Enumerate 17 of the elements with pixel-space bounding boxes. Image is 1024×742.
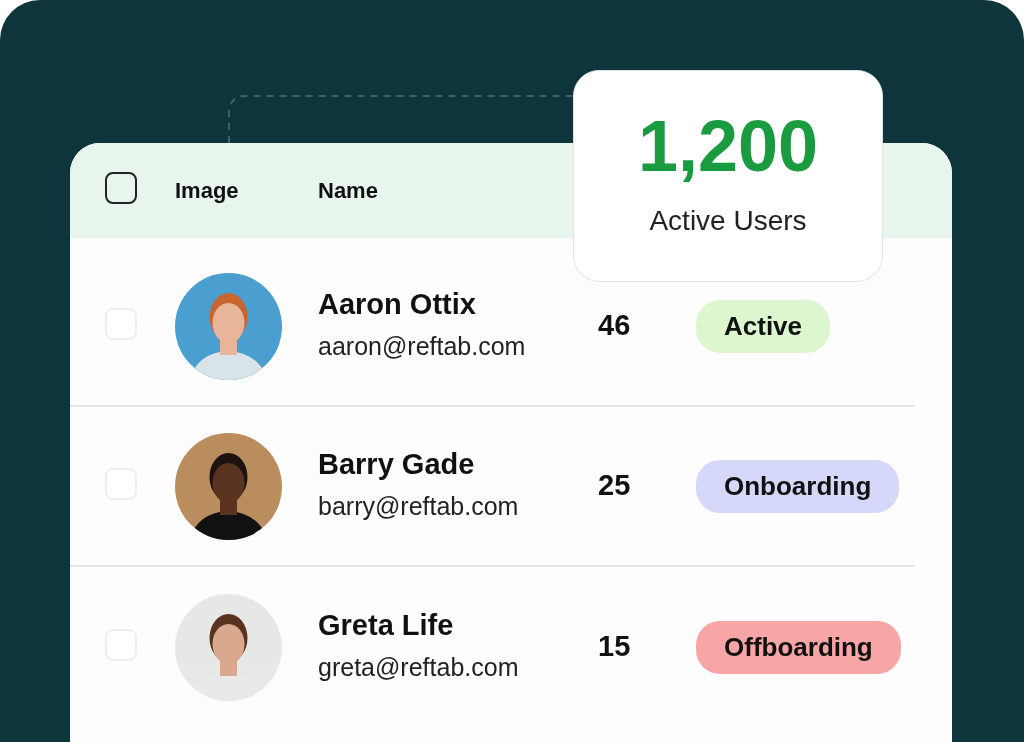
user-email: greta@reftab.com (318, 651, 520, 683)
status-tag: Active (696, 299, 831, 353)
count-value: 15 (598, 630, 631, 663)
status-tag: Offboarding (696, 620, 901, 674)
stat-label: Active Users (649, 204, 807, 238)
stat-value: 1,200 (637, 110, 819, 182)
user-name: Greta Life (318, 607, 455, 643)
status-tag: Onboarding (696, 459, 900, 513)
user-email: barry@reftab.com (318, 490, 520, 522)
column-header: Image (175, 178, 239, 203)
count-value: 25 (598, 469, 631, 502)
user-email: aaron@reftab.com (318, 330, 527, 362)
column-header: Name (318, 178, 378, 203)
count-value: 46 (598, 309, 631, 342)
user-name: Aaron Ottix (318, 286, 477, 322)
select-all-checkbox[interactable] (105, 172, 137, 204)
user-name: Barry Gade (318, 446, 476, 482)
